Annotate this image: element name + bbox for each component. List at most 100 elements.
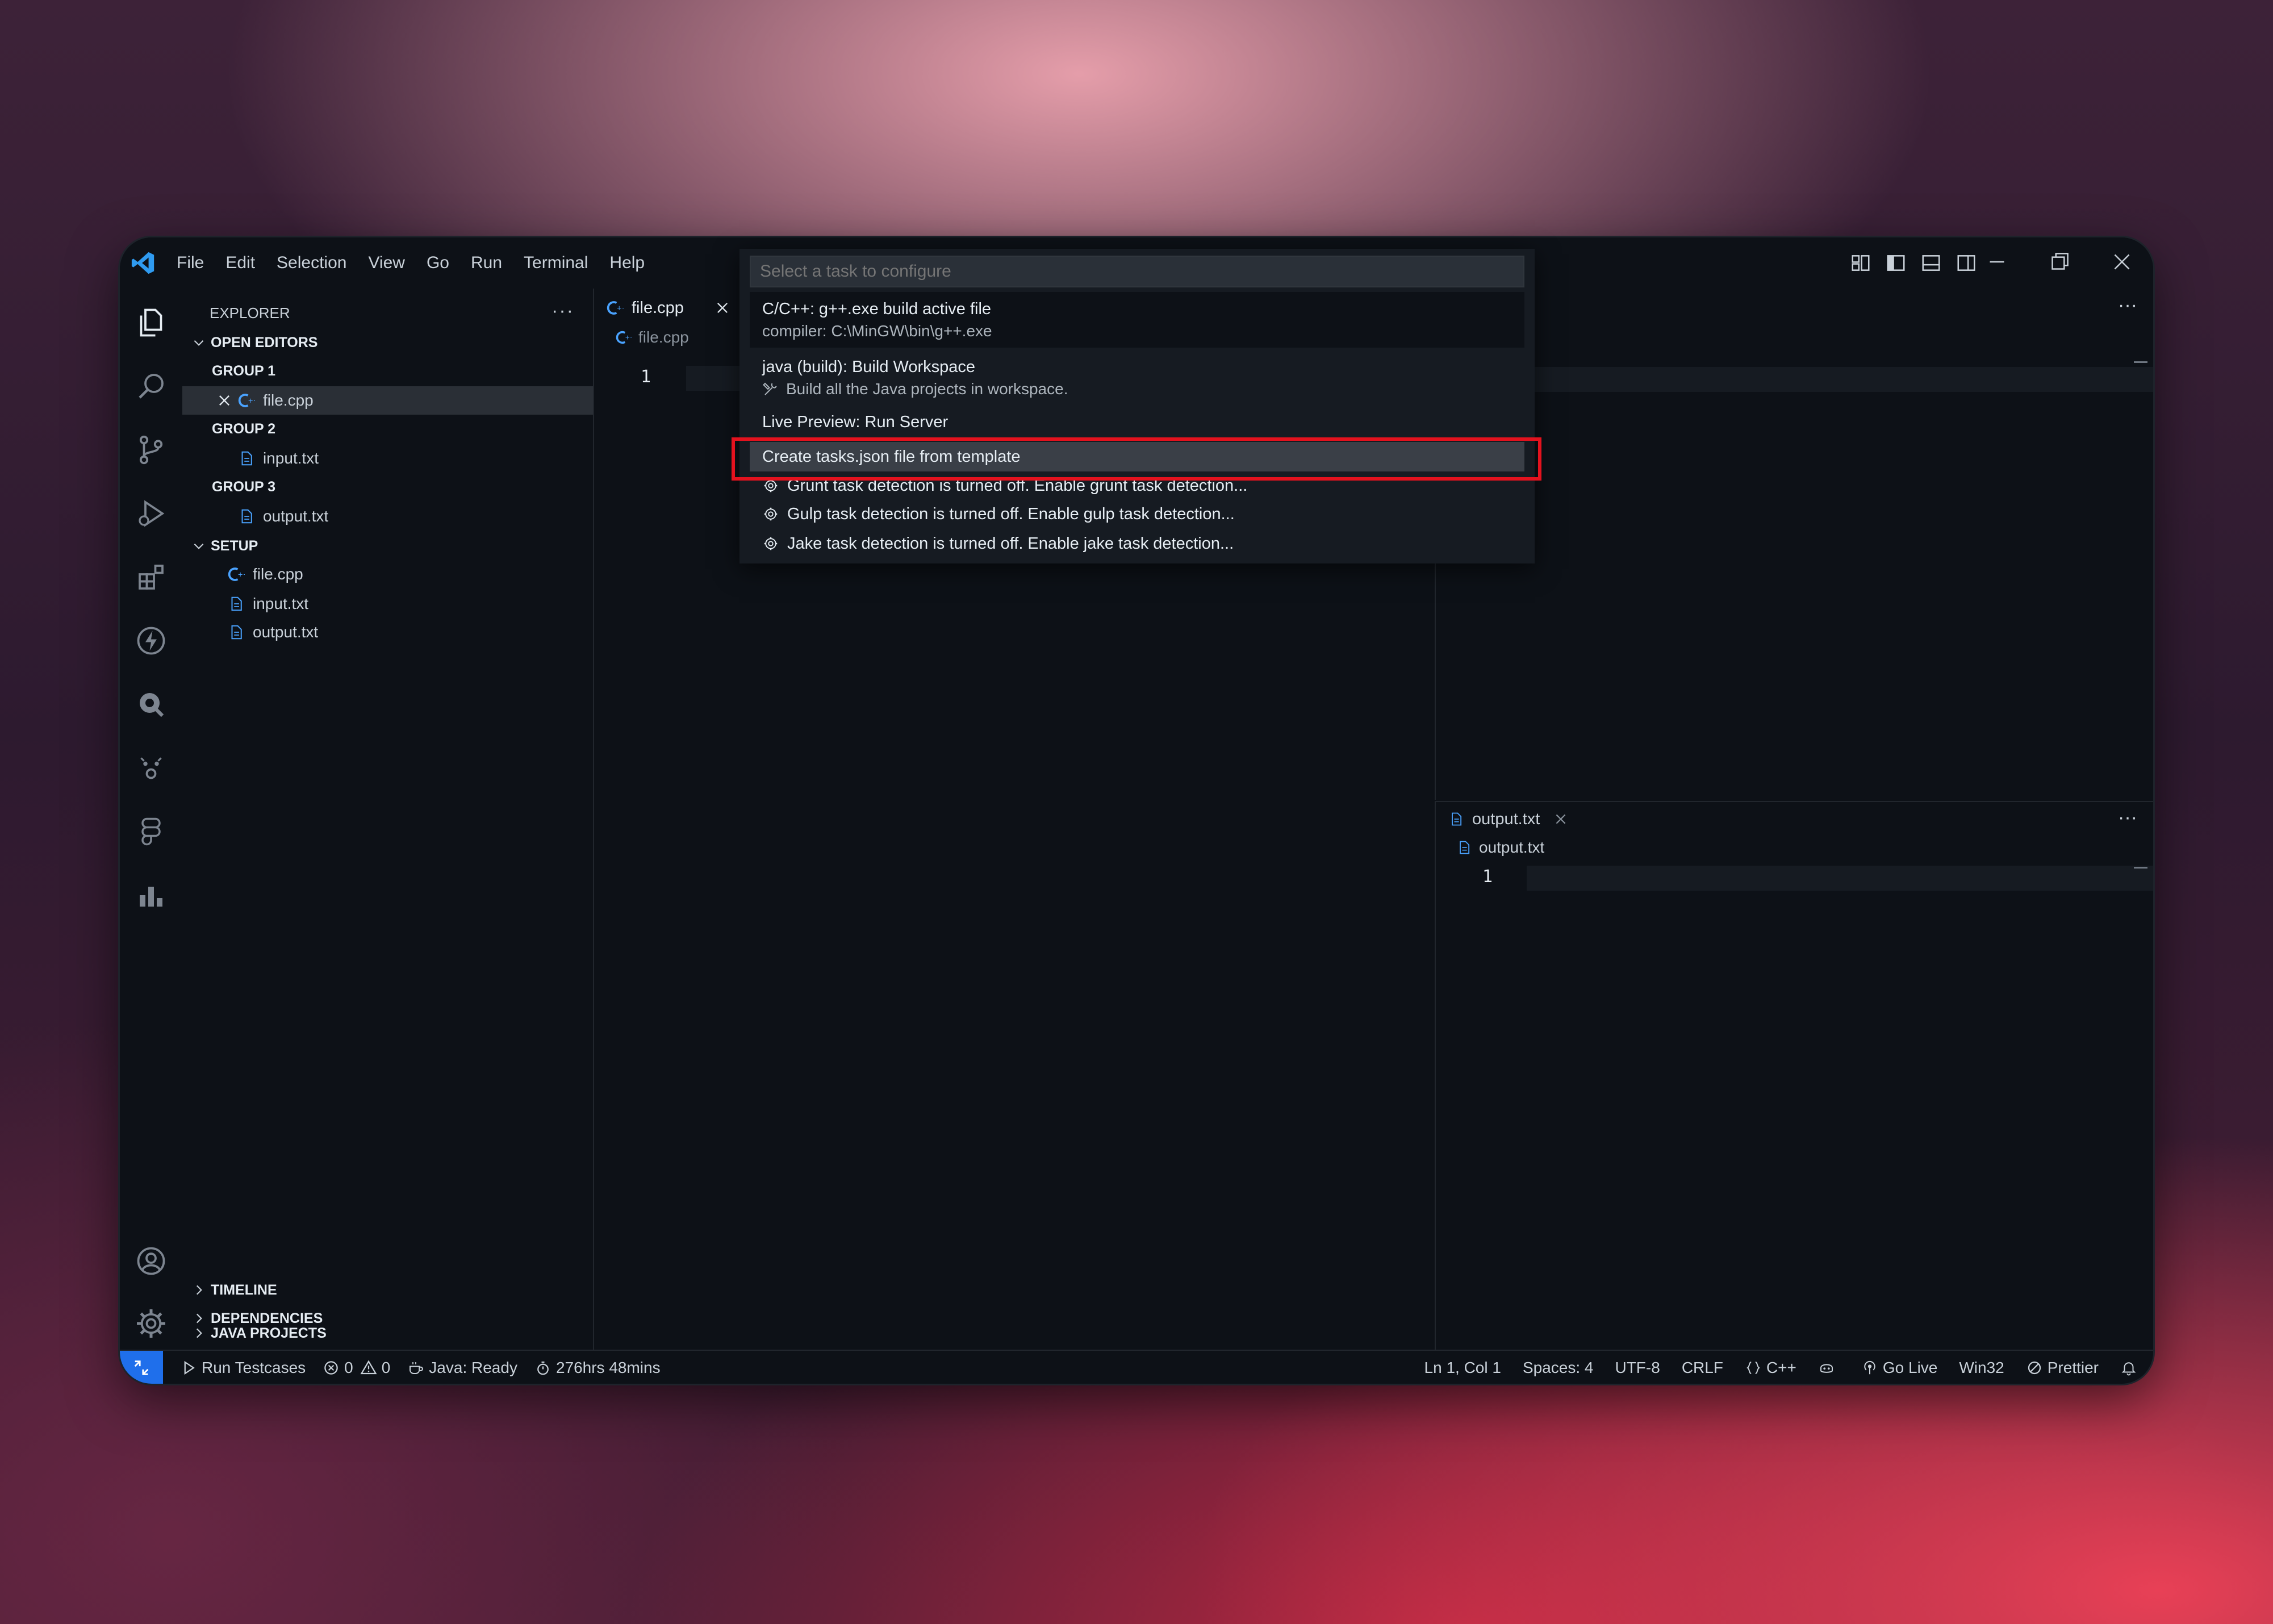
close-window-icon[interactable] xyxy=(2108,248,2136,276)
go-live-button[interactable]: Go Live xyxy=(1861,1359,1937,1377)
setup-file-cpp[interactable]: ++ file.cpp xyxy=(182,560,593,588)
problems-indicator[interactable]: 0 0 xyxy=(323,1359,390,1377)
restore-icon[interactable] xyxy=(2045,248,2074,276)
task-item-label: Live Preview: Run Server xyxy=(762,412,949,431)
task-search-input-wrapper xyxy=(750,256,1524,287)
error-icon xyxy=(324,1361,338,1375)
extensions-icon[interactable] xyxy=(134,560,168,594)
breadcrumb[interactable]: output.txt xyxy=(1456,838,1544,857)
task-item-desc: compiler: C:\MinGW\bin\g++.exe xyxy=(762,322,992,340)
run-testcases-label: Run Testcases xyxy=(202,1359,306,1376)
task-item-java-build[interactable]: java (build): Build Workspace Build all … xyxy=(750,350,1524,406)
task-item-desc-row: Build all the Java projects in workspace… xyxy=(762,380,1068,398)
explorer-icon[interactable] xyxy=(134,306,168,340)
source-control-icon[interactable] xyxy=(134,433,168,467)
scroll-marker xyxy=(2134,361,2147,363)
menu-selection[interactable]: Selection xyxy=(277,253,346,273)
search-icon[interactable] xyxy=(134,369,168,403)
menu-terminal[interactable]: Terminal xyxy=(524,253,588,273)
menu-view[interactable]: View xyxy=(368,253,404,273)
group-2-header: GROUP 2 xyxy=(182,415,593,443)
editor-more-button[interactable]: ··· xyxy=(2118,807,2137,829)
task-search-input[interactable] xyxy=(759,261,1523,282)
notifications-button[interactable] xyxy=(2120,1359,2142,1376)
open-editor-input-txt[interactable]: input.txt xyxy=(182,444,593,473)
time-tracker[interactable]: 276hrs 48mins xyxy=(534,1359,661,1377)
indentation[interactable]: Spaces: 4 xyxy=(1523,1359,1594,1377)
quokka-icon[interactable] xyxy=(134,687,168,721)
remote-indicator[interactable] xyxy=(120,1351,163,1384)
figma-icon[interactable] xyxy=(134,815,168,849)
menu-help[interactable]: Help xyxy=(609,253,645,273)
task-item-gulp[interactable]: Gulp task detection is turned off. Enabl… xyxy=(750,500,1524,528)
open-editor-file-cpp[interactable]: ++ file.cpp xyxy=(182,386,593,415)
group-3-label: GROUP 3 xyxy=(212,478,276,495)
java-status[interactable]: Java: Ready xyxy=(407,1359,517,1377)
encoding[interactable]: UTF-8 xyxy=(1615,1359,1660,1377)
chevron-right-icon xyxy=(196,1285,202,1295)
text-file-icon xyxy=(241,509,252,524)
platform[interactable]: Win32 xyxy=(1959,1359,2004,1377)
close-tab-icon[interactable] xyxy=(715,300,730,316)
bell-icon xyxy=(2121,1362,2136,1376)
timeline-header[interactable]: TIMELINE xyxy=(182,1276,593,1304)
tab-output-txt[interactable]: output.txt xyxy=(1448,802,1568,836)
gear-icon xyxy=(764,537,778,550)
activity-bar xyxy=(120,289,182,1350)
cursor-position[interactable]: Ln 1, Col 1 xyxy=(1424,1359,1501,1377)
group-3-header: GROUP 3 xyxy=(182,473,593,501)
menu-go[interactable]: Go xyxy=(427,253,449,273)
gear-icon xyxy=(764,507,778,521)
explorer-title: EXPLORER xyxy=(210,304,290,322)
menu-run[interactable]: Run xyxy=(471,253,502,273)
editor-more-button[interactable]: ··· xyxy=(2118,294,2137,316)
open-editors-header[interactable]: OPEN EDITORS xyxy=(182,328,593,357)
task-item-desc: Build all the Java projects in workspace… xyxy=(786,379,1068,398)
breadcrumb[interactable]: ++ file.cpp xyxy=(616,328,689,346)
thunder-icon[interactable] xyxy=(134,624,168,658)
setup-file-cpp-label: file.cpp xyxy=(253,565,303,583)
remote-icon xyxy=(134,1360,149,1375)
end-of-line[interactable]: CRLF xyxy=(1682,1359,1723,1377)
prettier-status[interactable]: Prettier xyxy=(2026,1359,2099,1377)
minimize-icon[interactable] xyxy=(1983,248,2011,276)
window-controls xyxy=(1983,248,2136,276)
line-number: 1 xyxy=(1482,867,1493,887)
svg-text:++: ++ xyxy=(625,335,632,341)
setup-file-input[interactable]: input.txt xyxy=(182,590,593,618)
toggle-panel-icon[interactable] xyxy=(1920,252,1942,274)
status-bar: Run Testcases 0 0 Java: Ready 276hrs 48m… xyxy=(120,1350,2153,1384)
close-tab-icon[interactable] xyxy=(1553,812,1568,826)
chevron-down-icon xyxy=(194,340,204,346)
explorer-sidebar: EXPLORER ··· OPEN EDITORS GROUP 1 ++ fil… xyxy=(182,289,594,1350)
menu-edit[interactable]: Edit xyxy=(225,253,255,273)
analytics-icon[interactable] xyxy=(134,878,168,912)
breadcrumb-file: file.cpp xyxy=(638,328,689,346)
task-item-live-preview[interactable]: Live Preview: Run Server xyxy=(750,408,1524,436)
toggle-primary-sidebar-icon[interactable] xyxy=(1885,252,1907,274)
task-item-jake[interactable]: Jake task detection is turned off. Enabl… xyxy=(750,529,1524,558)
toggle-secondary-sidebar-icon[interactable] xyxy=(1956,252,1977,274)
copilot-status[interactable] xyxy=(1818,1359,1840,1376)
braces-icon xyxy=(1746,1362,1760,1374)
explorer-more-button[interactable]: ··· xyxy=(551,300,574,322)
customize-layout-icon[interactable] xyxy=(1850,252,1871,274)
close-icon[interactable] xyxy=(216,393,232,408)
setup-folder-header[interactable]: SETUP xyxy=(182,532,593,560)
cpp-file-icon: ++ xyxy=(228,567,245,581)
vscode-logo-icon xyxy=(131,252,154,274)
run-testcases-button[interactable]: Run Testcases xyxy=(180,1359,306,1377)
copilot-icon[interactable] xyxy=(134,751,168,785)
language-mode[interactable]: C++ xyxy=(1745,1359,1796,1377)
open-editor-output-txt[interactable]: output.txt xyxy=(182,502,593,531)
group-1-header: GROUP 1 xyxy=(182,357,593,385)
run-debug-icon[interactable] xyxy=(134,496,168,531)
tab-file-cpp[interactable]: ++ file.cpp xyxy=(607,291,730,325)
svg-text:++: ++ xyxy=(248,397,256,404)
accounts-icon[interactable] xyxy=(134,1244,168,1278)
setup-file-output[interactable]: output.txt xyxy=(182,618,593,646)
settings-gear-icon[interactable] xyxy=(134,1306,168,1341)
task-item-cpp-build[interactable]: C/C++: g++.exe build active file compile… xyxy=(750,292,1524,348)
menu-file[interactable]: File xyxy=(177,253,204,273)
java-projects-header[interactable]: JAVA PROJECTS xyxy=(182,1319,593,1347)
